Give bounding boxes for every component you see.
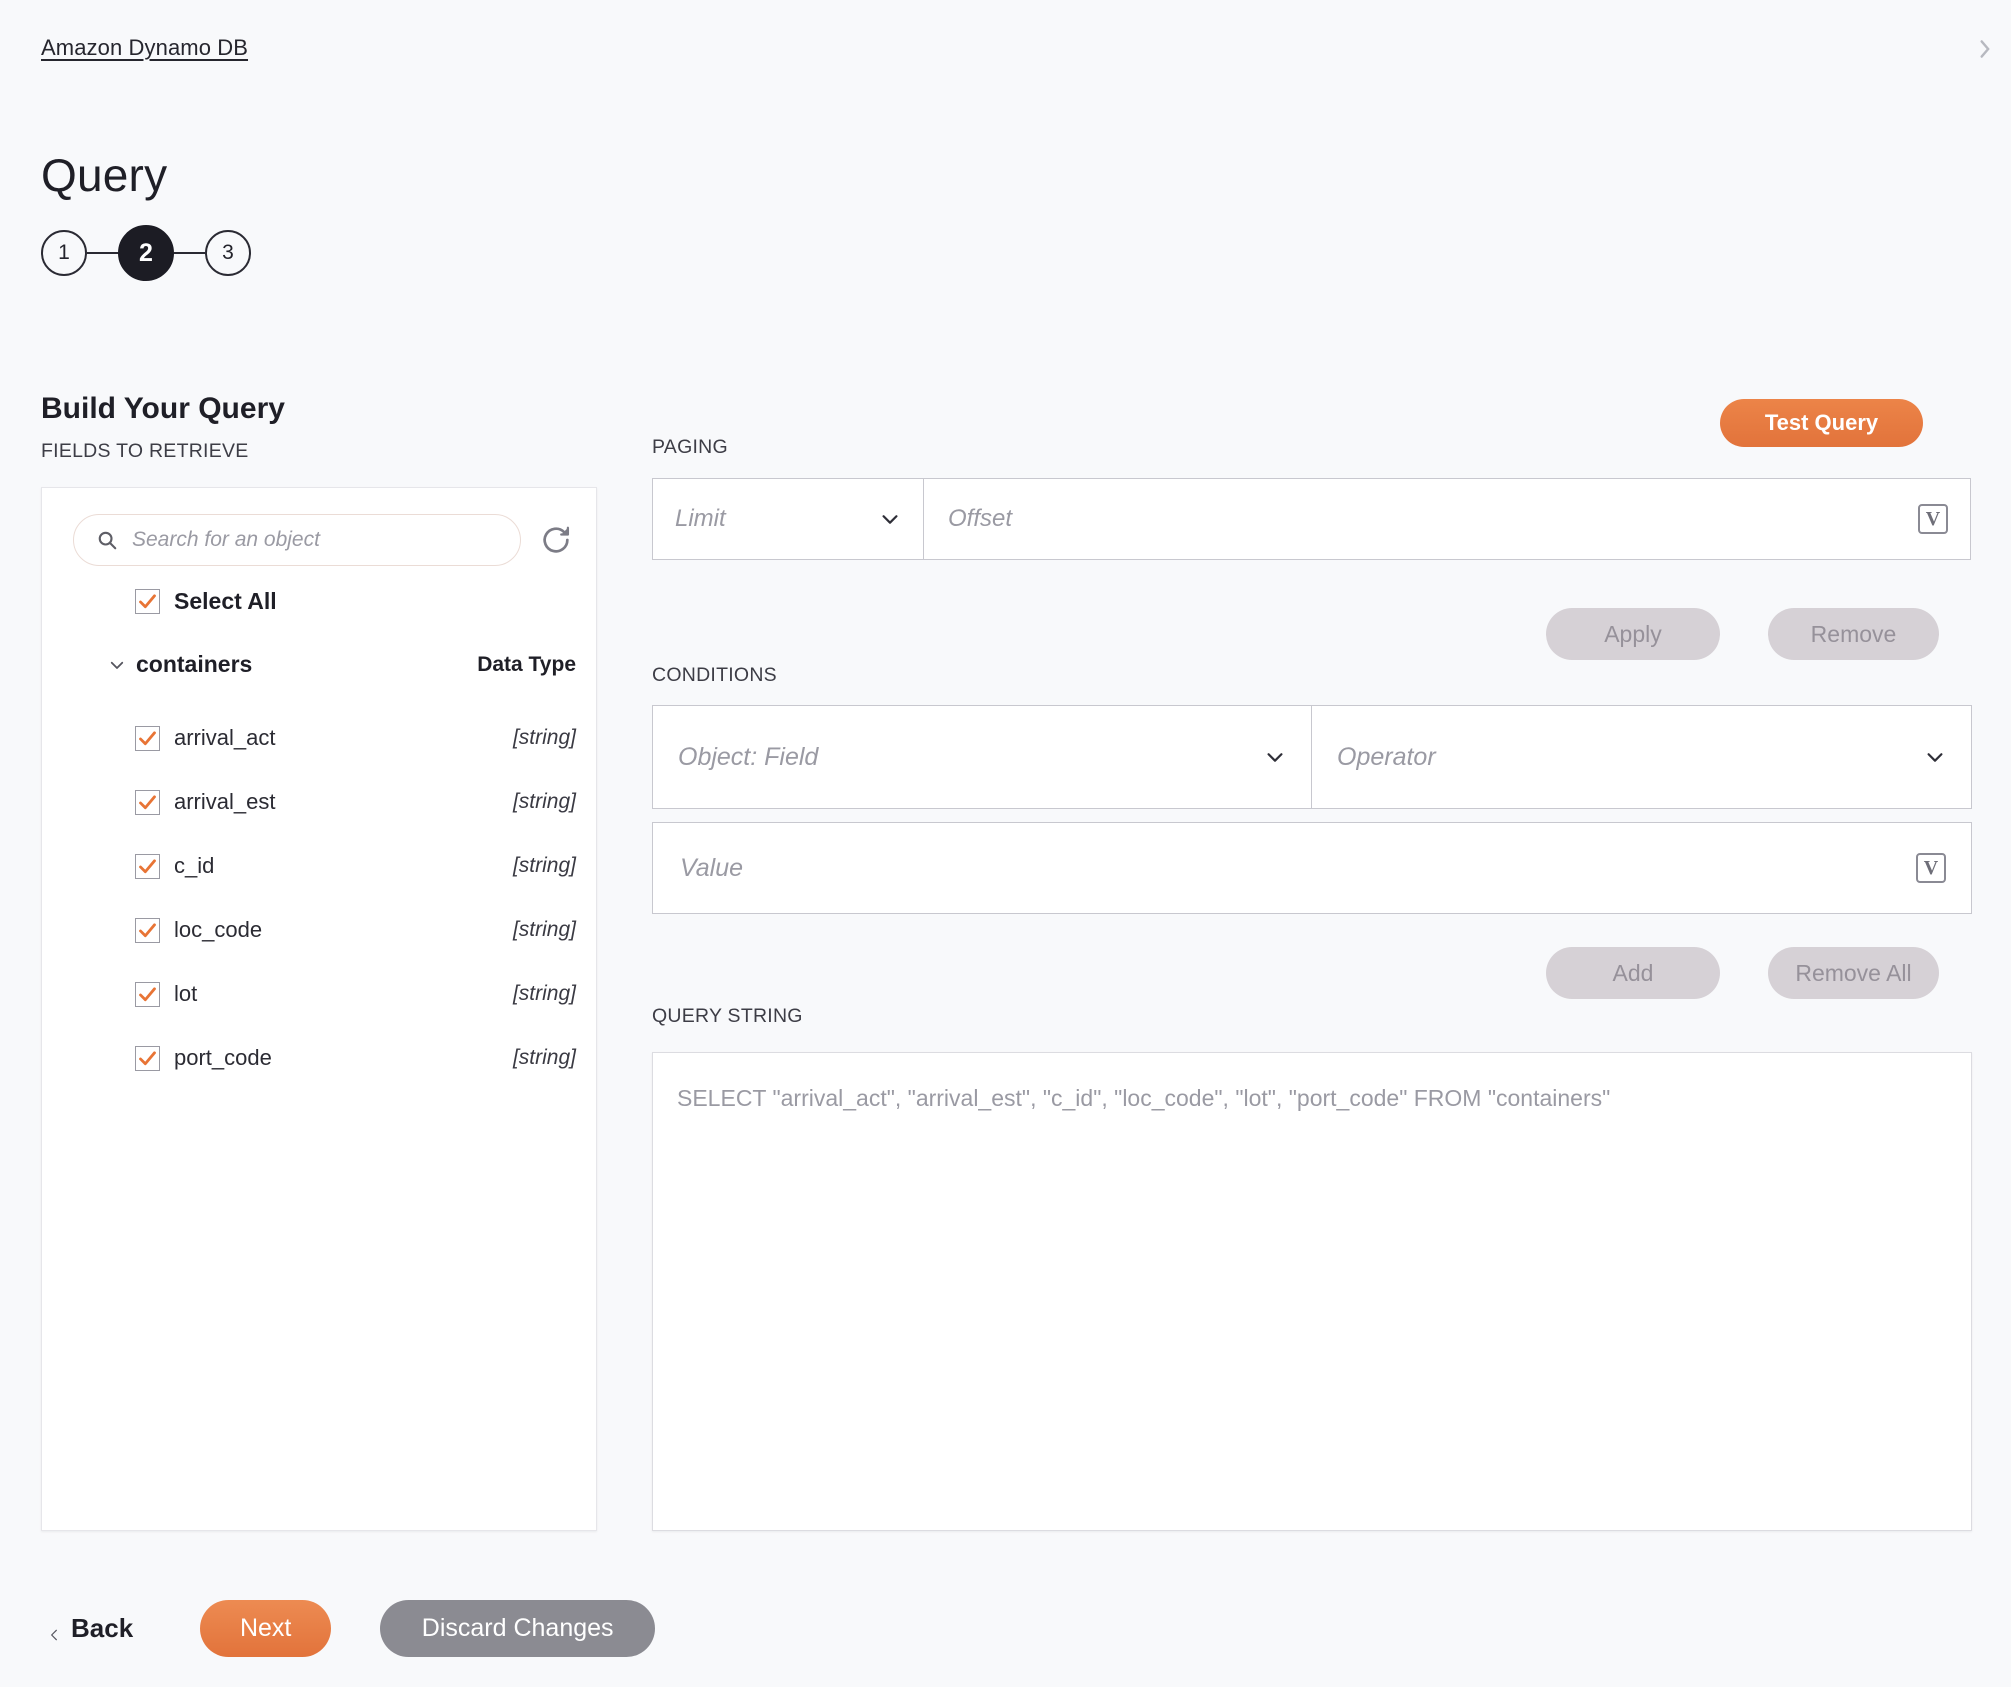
field-name: lot xyxy=(174,981,198,1006)
fields-to-retrieve-panel: Select All containers Data Type arrival_… xyxy=(41,487,597,1531)
field-name: arrival_act xyxy=(174,725,276,750)
step-1[interactable]: 1 xyxy=(41,230,87,276)
back-label: Back xyxy=(71,1613,134,1643)
back-button[interactable]: Back xyxy=(41,1612,139,1645)
build-your-query-heading: Build Your Query xyxy=(41,391,285,425)
object-field-select[interactable]: Object: Field xyxy=(652,705,1312,809)
field-row[interactable]: port_code [string] xyxy=(135,1026,576,1090)
field-data-type: [string] xyxy=(512,790,576,813)
conditions-label: CONDITIONS xyxy=(652,664,777,686)
breadcrumb-amazon-dynamo-db[interactable]: Amazon Dynamo DB xyxy=(41,35,248,61)
field-data-type: [string] xyxy=(512,1046,576,1069)
variable-picker-icon[interactable]: V xyxy=(1916,853,1946,883)
offset-input[interactable] xyxy=(946,504,1918,534)
chevron-left-icon xyxy=(47,1618,61,1640)
field-checkbox[interactable] xyxy=(135,917,160,943)
field-checkbox[interactable] xyxy=(135,853,160,879)
field-name: port_code xyxy=(174,1045,272,1070)
paging-actions: Apply Remove xyxy=(1546,608,1939,660)
object-name-containers[interactable]: containers xyxy=(136,651,252,678)
footer-actions: Back Next Discard Changes xyxy=(41,1600,656,1657)
search-box[interactable] xyxy=(73,514,521,566)
add-condition-button[interactable]: Add xyxy=(1546,947,1720,999)
paging-label: PAGING xyxy=(652,436,728,458)
field-data-type: [string] xyxy=(512,982,576,1005)
remove-button[interactable]: Remove xyxy=(1768,608,1939,660)
field-name: loc_code xyxy=(174,917,263,942)
wizard-stepper: 1 2 3 xyxy=(41,225,251,281)
data-type-column-header: Data Type xyxy=(477,652,576,676)
limit-select[interactable]: Limit xyxy=(652,478,923,560)
field-checkbox[interactable] xyxy=(135,1045,160,1071)
step-3[interactable]: 3 xyxy=(205,230,251,276)
field-row[interactable]: arrival_act [string] xyxy=(135,706,576,770)
search-input[interactable] xyxy=(130,527,506,553)
step-connector-1 xyxy=(87,251,118,255)
chevron-right-partial-icon[interactable] xyxy=(1973,36,1999,62)
object-field-placeholder: Object: Field xyxy=(678,742,819,771)
conditions-actions: Add Remove All xyxy=(1546,947,1939,999)
chevron-down-icon[interactable] xyxy=(108,656,126,674)
select-all-checkbox[interactable] xyxy=(135,589,160,614)
field-data-type: [string] xyxy=(512,854,576,877)
paging-row: Limit V xyxy=(652,478,1971,560)
chevron-down-icon xyxy=(1924,746,1946,768)
operator-placeholder: Operator xyxy=(1337,742,1436,771)
test-query-button[interactable]: Test Query xyxy=(1720,399,1923,447)
step-2[interactable]: 2 xyxy=(118,225,174,281)
field-data-type: [string] xyxy=(512,918,576,941)
field-list: arrival_act [string] arrival_est [string… xyxy=(135,706,576,1090)
step-connector-2 xyxy=(174,251,205,255)
apply-button[interactable]: Apply xyxy=(1546,608,1720,660)
query-string-textarea[interactable]: SELECT "arrival_act", "arrival_est", "c_… xyxy=(652,1052,1972,1531)
search-icon xyxy=(96,529,118,551)
value-input[interactable] xyxy=(678,852,1916,884)
field-row[interactable]: loc_code [string] xyxy=(135,898,576,962)
search-row xyxy=(73,514,573,566)
conditions-row: Object: Field Operator xyxy=(652,705,1972,809)
field-checkbox[interactable] xyxy=(135,725,160,751)
variable-picker-icon[interactable]: V xyxy=(1918,504,1948,534)
field-row[interactable]: arrival_est [string] xyxy=(135,770,576,834)
query-builder-page: Amazon Dynamo DB Query 1 2 3 Build Your … xyxy=(0,0,2011,1687)
page-title: Query xyxy=(41,148,168,201)
limit-placeholder: Limit xyxy=(675,505,726,532)
field-name: arrival_est xyxy=(174,789,276,814)
select-all-label: Select All xyxy=(174,588,277,614)
operator-select[interactable]: Operator xyxy=(1312,705,1972,809)
query-string-label: QUERY STRING xyxy=(652,1005,803,1027)
chevron-down-icon xyxy=(1264,746,1286,768)
field-checkbox[interactable] xyxy=(135,789,160,815)
field-data-type: [string] xyxy=(512,726,576,749)
discard-changes-button[interactable]: Discard Changes xyxy=(380,1600,656,1657)
select-all-row[interactable]: Select All xyxy=(135,588,277,615)
refresh-icon[interactable] xyxy=(539,523,573,557)
fields-to-retrieve-label: FIELDS TO RETRIEVE xyxy=(41,440,249,462)
next-button[interactable]: Next xyxy=(200,1600,332,1657)
field-checkbox[interactable] xyxy=(135,981,160,1007)
chevron-down-icon xyxy=(879,508,901,530)
remove-all-conditions-button[interactable]: Remove All xyxy=(1768,947,1939,999)
query-string-text: SELECT "arrival_act", "arrival_est", "c_… xyxy=(677,1085,1611,1111)
field-name: c_id xyxy=(174,853,215,878)
object-header-row: containers Data Type xyxy=(108,651,576,678)
field-row[interactable]: c_id [string] xyxy=(135,834,576,898)
condition-value-field[interactable]: V xyxy=(652,822,1972,914)
offset-field[interactable]: V xyxy=(923,478,1971,560)
field-row[interactable]: lot [string] xyxy=(135,962,576,1026)
